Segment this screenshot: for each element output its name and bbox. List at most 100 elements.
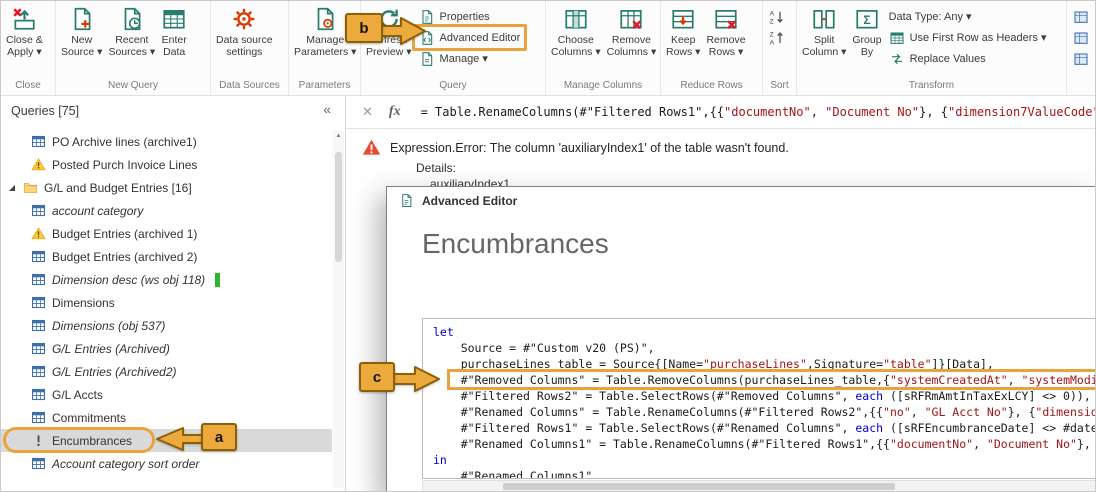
- group-by-button[interactable]: Σ Group By: [849, 3, 884, 58]
- advanced-editor-dialog: Advanced Editor Encumbrances let Source …: [386, 186, 1095, 491]
- partial-icon: [1073, 51, 1089, 67]
- partial-icon-button[interactable]: [1069, 27, 1093, 48]
- query-item-label: Encumbrances: [52, 433, 133, 448]
- query-item-g-l-accts[interactable]: G/L Accts: [1, 383, 332, 406]
- code-token: ,: [1007, 373, 1022, 387]
- query-item-g-l-entries-archived2[interactable]: G/L Entries (Archived2): [1, 360, 332, 383]
- annotation-a-label: a: [201, 423, 237, 451]
- enter-data-button[interactable]: Enter Data: [158, 3, 190, 58]
- ribbon-group-new-query: New Source ▾ Recent Sources ▾ Enter Data Ne…: [56, 1, 211, 95]
- button-label: Group By: [852, 34, 882, 58]
- close-apply-button[interactable]: Close & Apply ▾: [3, 3, 46, 58]
- button-label: Use First Row as Headers ▾: [909, 32, 1047, 44]
- first-row-headers-icon: [889, 30, 905, 46]
- recent-sources-button[interactable]: Recent Sources ▾: [105, 3, 158, 58]
- ribbon-group-label: Query: [439, 80, 467, 91]
- manage-button[interactable]: Manage ▾: [415, 48, 525, 69]
- remove-columns-icon: [618, 6, 644, 32]
- query-item-posted-purch-invoice-lines[interactable]: Posted Purch Invoice Lines: [1, 153, 332, 176]
- data-source-settings-icon: [231, 6, 257, 32]
- query-item-budget-entries-archived-2[interactable]: Budget Entries (archived 2): [1, 245, 332, 268]
- formula-input[interactable]: = Table.RenameColumns(#"Filtered Rows1",…: [421, 105, 1095, 119]
- code-line: #"Renamed Columns1" = Table.RenameColumn…: [433, 436, 1095, 452]
- ribbon-group-label: [1067, 78, 1095, 95]
- split-column-button[interactable]: Split Column ▾: [799, 3, 849, 58]
- code-token: #"Filtered Rows1" = Table.SelectRows(#"R…: [433, 421, 856, 435]
- query-item-account-category[interactable]: account category: [1, 199, 332, 222]
- code-editor[interactable]: let Source = #"Custom v20 (PS)", purchas…: [422, 318, 1095, 479]
- queries-pane-title: Queries [75]: [11, 103, 80, 118]
- document-icon: [399, 193, 414, 208]
- query-item-label: G/L Entries (Archived2): [52, 364, 177, 379]
- button-label: Enter Data: [161, 34, 187, 58]
- ribbon-group-label: New Query: [107, 80, 158, 91]
- scrollbar-thumb[interactable]: [503, 483, 896, 490]
- query-item-g-l-and-budget-entries-16[interactable]: ◢ G/L and Budget Entries [16]: [1, 176, 332, 199]
- partial-icon-button[interactable]: [1069, 6, 1093, 27]
- horizontal-scrollbar[interactable]: [422, 480, 1095, 491]
- sort-descending-icon: ZA: [769, 30, 785, 46]
- ribbon-group-label: Transform: [908, 80, 955, 91]
- new-source-button[interactable]: New Source ▾: [58, 3, 105, 58]
- choose-columns-icon: [563, 6, 589, 32]
- remove-rows-button[interactable]: Remove Rows ▾: [703, 3, 748, 58]
- query-item-dimensions-obj-537[interactable]: Dimensions (obj 537): [1, 314, 332, 337]
- remove-columns-button[interactable]: Remove Columns ▾: [604, 3, 660, 58]
- svg-text:A: A: [770, 10, 775, 17]
- ribbon-group-label: Close: [15, 80, 41, 91]
- button-label: Data Type: Any ▾: [888, 11, 972, 23]
- button-label: Manage ▾: [439, 53, 488, 65]
- query-item-po-archive-lines-archive1[interactable]: PO Archive lines (archive1): [1, 130, 332, 153]
- data-source-settings-button[interactable]: Data source settings: [213, 3, 276, 58]
- sort-ascending-icon-button[interactable]: AZ: [765, 6, 789, 27]
- table-icon: [31, 387, 46, 402]
- query-item-g-l-entries-archived[interactable]: G/L Entries (Archived): [1, 337, 332, 360]
- ribbon-group-manage-columns: Choose Columns ▾ Remove Columns ▾ Manage C…: [546, 1, 661, 95]
- code-line: purchaseLines_table = Source{[Name="purc…: [433, 356, 1095, 372]
- sort-descending-icon-button[interactable]: ZA: [765, 27, 789, 48]
- power-query-editor-window: Close & Apply ▾ Close New Source ▾ Recent S…: [0, 0, 1096, 492]
- query-item-label: Budget Entries (archived 2): [52, 249, 198, 264]
- button-label: New Source ▾: [61, 34, 103, 58]
- partial-icon-button[interactable]: [1069, 48, 1093, 69]
- keep-rows-button[interactable]: Keep Rows ▾: [663, 3, 703, 58]
- properties-button[interactable]: Properties: [415, 6, 525, 27]
- folder-icon: [23, 180, 38, 195]
- collapse-pane-icon[interactable]: «: [323, 101, 331, 117]
- code-token: "Document No": [986, 437, 1077, 451]
- group-by-icon: Σ: [854, 6, 880, 32]
- query-item-budget-entries-archived-1[interactable]: Budget Entries (archived 1): [1, 222, 332, 245]
- advanced-editor-button[interactable]: Advanced Editor: [411, 24, 528, 51]
- query-item-label: G/L and Budget Entries [16]: [44, 180, 192, 195]
- code-token: "GL Acct No": [924, 405, 1008, 419]
- code-line: let: [433, 324, 1095, 340]
- button-label: Split Column ▾: [802, 34, 847, 58]
- ribbon-group-close: Close & Apply ▾ Close: [1, 1, 56, 95]
- table-icon: [31, 410, 46, 425]
- code-token: in: [433, 453, 447, 467]
- code-token: let: [433, 325, 454, 339]
- choose-columns-button[interactable]: Choose Columns ▾: [548, 3, 604, 58]
- query-item-account-category-sort-order[interactable]: Account category sort order: [1, 452, 332, 475]
- expand-arrow-icon[interactable]: ◢: [7, 183, 17, 192]
- formula-token: "documentNo": [724, 105, 811, 119]
- query-item-dimensions[interactable]: Dimensions: [1, 291, 332, 314]
- data-type-any-button[interactable]: Data Type: Any ▾: [885, 6, 1051, 27]
- scroll-up-icon[interactable]: ▲: [333, 130, 344, 142]
- error-details-label: Details:: [416, 161, 457, 175]
- error-message: Expression.Error: The column 'auxiliaryI…: [390, 141, 789, 155]
- sidebar-scrollbar[interactable]: ▲: [333, 130, 344, 488]
- table-icon: [31, 318, 46, 333]
- table-icon: [31, 203, 46, 218]
- sort-ascending-icon: AZ: [769, 9, 785, 25]
- ribbon-group-data-sources: Data source settings Data Sources: [211, 1, 289, 95]
- scrollbar-thumb[interactable]: [335, 152, 342, 262]
- query-item-label: Account category sort order: [52, 456, 200, 471]
- svg-text:Σ: Σ: [863, 13, 870, 27]
- replace-values-button[interactable]: Replace Values: [885, 48, 1051, 69]
- use-first-row-as-headers-button[interactable]: Use First Row as Headers ▾: [885, 27, 1051, 48]
- cancel-formula-icon[interactable]: ✕: [362, 104, 373, 120]
- code-token: #"Renamed Columns1" = Table.RenameColumn…: [433, 437, 890, 451]
- code-token: }, {: [1007, 405, 1036, 419]
- query-item-dimension-desc-ws-obj-118[interactable]: Dimension desc (ws obj 118): [1, 268, 332, 291]
